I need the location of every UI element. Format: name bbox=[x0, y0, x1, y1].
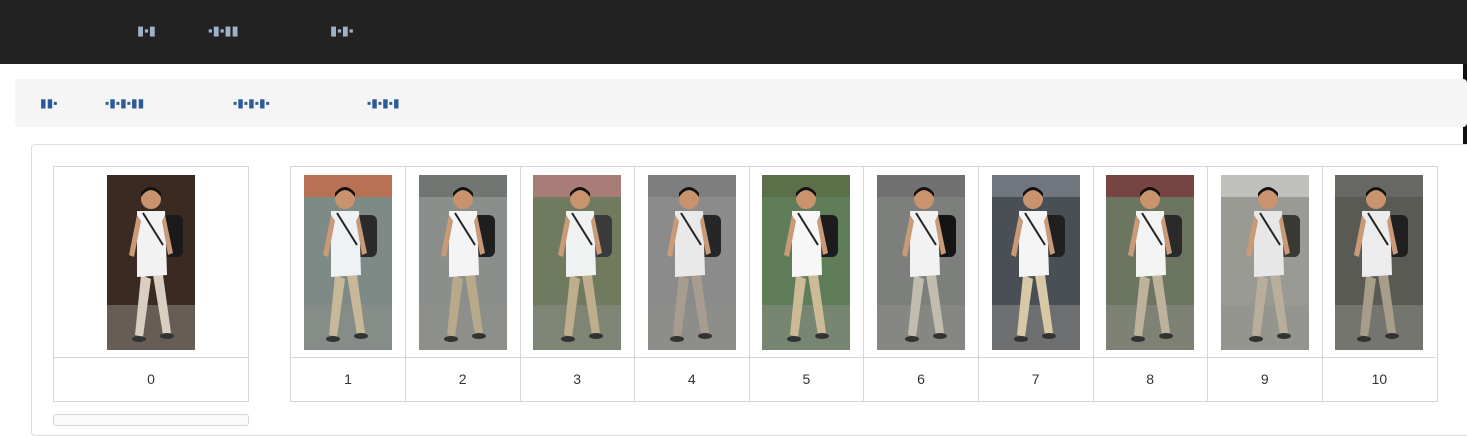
photo-ground bbox=[647, 305, 736, 350]
gallery-item: 9 bbox=[1207, 167, 1323, 401]
person-right-shoe bbox=[354, 333, 368, 339]
gallery-person-image[interactable] bbox=[1220, 175, 1309, 350]
breadcrumb-item-1[interactable]: ▮▮▪ bbox=[40, 96, 57, 110]
gallery-rank-label: 1 bbox=[344, 371, 352, 387]
query-action-button[interactable] bbox=[53, 414, 249, 426]
person-right-shoe bbox=[1041, 333, 1056, 339]
gallery-image-cell bbox=[749, 167, 864, 358]
photo-ground bbox=[1220, 305, 1309, 350]
person-left-shoe bbox=[1013, 336, 1028, 342]
person-right-shoe bbox=[471, 333, 486, 339]
person-left-shoe bbox=[1131, 336, 1146, 342]
photo-ground bbox=[991, 305, 1080, 350]
gallery-person-image[interactable] bbox=[418, 175, 507, 350]
gallery-image-cell bbox=[520, 167, 635, 358]
gallery-rank-label: 5 bbox=[802, 371, 811, 387]
gallery-image-cell bbox=[978, 167, 1093, 358]
gallery-rank-label: 8 bbox=[1146, 371, 1155, 387]
photo-ground bbox=[533, 305, 622, 350]
person-right-shoe bbox=[1385, 333, 1400, 339]
person-right-shoe bbox=[697, 333, 712, 339]
person-right-shoe bbox=[1159, 333, 1174, 339]
gallery-table: 1 2 3 4 5 6 7 8 9 10 bbox=[290, 166, 1438, 402]
photo-ground bbox=[762, 305, 851, 350]
photo-ground bbox=[304, 305, 392, 350]
gallery-rank-label: 7 bbox=[1031, 371, 1040, 387]
gallery-person-image[interactable] bbox=[991, 175, 1080, 350]
breadcrumb: ▮▮▪ ▪▮▪▮▪▮▮ ▪▮▪▮▪▮▪ ▪▮▪▮▪▮ bbox=[15, 79, 1467, 127]
breadcrumb-item-4: ▪▮▪▮▪▮ bbox=[367, 96, 400, 110]
person-right-shoe bbox=[160, 333, 174, 339]
gallery-item: 3 bbox=[520, 167, 636, 401]
person-right-shoe bbox=[1276, 333, 1291, 339]
gallery-image-cell bbox=[1207, 167, 1322, 358]
person-right-shoe bbox=[815, 333, 830, 339]
gallery-person-image[interactable] bbox=[1335, 175, 1424, 350]
gallery-person-image[interactable] bbox=[762, 175, 851, 350]
gallery-item: 6 bbox=[864, 167, 979, 401]
gallery-image-cell bbox=[1093, 167, 1208, 358]
gallery-item: 10 bbox=[1322, 167, 1437, 401]
gallery-image-cell bbox=[405, 167, 520, 358]
gallery-rank-label: 9 bbox=[1260, 371, 1269, 387]
gallery-person-image[interactable] bbox=[877, 175, 965, 350]
photo-ground bbox=[1106, 305, 1195, 350]
gallery-item: 1 bbox=[291, 167, 406, 401]
gallery-person-image[interactable] bbox=[1106, 175, 1195, 350]
top-navbar: ▮▪▮ ▪▮▪▮▮ ▮▪▮▪ bbox=[0, 0, 1467, 64]
query-person-image[interactable] bbox=[107, 175, 195, 350]
gallery-person-image[interactable] bbox=[647, 175, 736, 350]
person-left-shoe bbox=[1357, 336, 1372, 342]
person-left-shoe bbox=[669, 336, 684, 342]
person-left-shoe bbox=[561, 336, 576, 342]
gallery-rank-label: 10 bbox=[1371, 371, 1388, 387]
breadcrumb-item-2[interactable]: ▪▮▪▮▪▮▮ bbox=[105, 96, 144, 110]
person-left-shoe bbox=[132, 336, 146, 342]
query-index-label: 0 bbox=[147, 371, 155, 387]
gallery-item: 7 bbox=[978, 167, 1094, 401]
photo-ground bbox=[877, 305, 965, 350]
person-left-shoe bbox=[326, 336, 340, 342]
gallery-rank-label: 4 bbox=[687, 371, 696, 387]
nav-link-1[interactable]: ▮▪▮ bbox=[137, 24, 156, 38]
person-left-shoe bbox=[905, 336, 919, 342]
gallery-image-cell bbox=[1322, 167, 1437, 358]
gallery-rank-label: 2 bbox=[458, 371, 467, 387]
gallery-image-cell bbox=[634, 167, 749, 358]
photo-ground bbox=[1335, 305, 1424, 350]
query-card: 0 bbox=[53, 166, 249, 402]
person-left-shoe bbox=[1248, 336, 1263, 342]
gallery-item: 4 bbox=[634, 167, 750, 401]
breadcrumb-item-3[interactable]: ▪▮▪▮▪▮▪ bbox=[233, 96, 270, 110]
gallery-rank-label: 3 bbox=[573, 371, 582, 387]
photo-ground bbox=[107, 305, 195, 350]
gallery-person-image[interactable] bbox=[304, 175, 392, 350]
gallery-image-cell bbox=[864, 167, 978, 358]
nav-link-2[interactable]: ▪▮▪▮▮ bbox=[208, 24, 239, 38]
person-right-shoe bbox=[589, 333, 604, 339]
photo-ground bbox=[418, 305, 507, 350]
nav-link-3[interactable]: ▮▪▮▪ bbox=[330, 24, 354, 38]
gallery-image-cell bbox=[291, 167, 405, 358]
gallery-item: 5 bbox=[749, 167, 865, 401]
gallery-person-image[interactable] bbox=[533, 175, 622, 350]
person-left-shoe bbox=[787, 336, 802, 342]
query-image-cell bbox=[54, 167, 248, 358]
person-left-shoe bbox=[443, 336, 458, 342]
gallery-item: 8 bbox=[1093, 167, 1209, 401]
gallery-item: 2 bbox=[405, 167, 521, 401]
gallery-rank-label: 6 bbox=[917, 371, 925, 387]
person-right-shoe bbox=[933, 333, 947, 339]
